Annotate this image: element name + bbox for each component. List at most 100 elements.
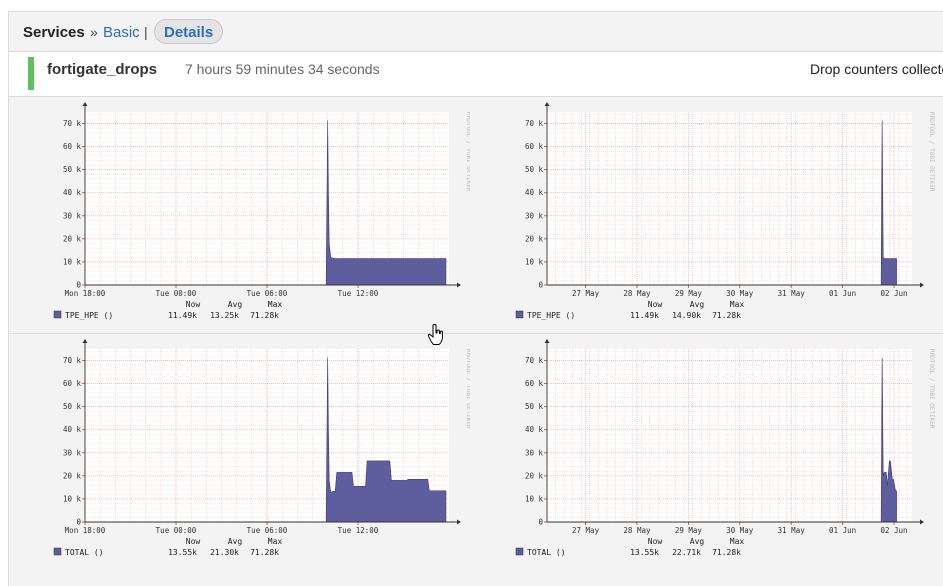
stats-header-now: Now [648,537,663,546]
graph-tpe-hpe-week[interactable]: 0 10 k 20 k 30 k 40 k 50 k 60 k 70 k 27 May 28 Ma… [502,100,942,330]
y-tick-label: 50 k [63,402,82,411]
y-tick-label: 60 k [63,379,82,388]
hand-pointer-icon [427,324,443,345]
y-axis-arrow [82,339,88,343]
y-tick-label: 0 [538,281,543,290]
y-tick-label: 10 k [525,494,544,503]
stat-avg: 21.30k [210,548,239,557]
y-tick-label: 30 k [63,211,82,220]
y-tick-label: 50 k [525,165,544,174]
stats-header-max: Max [730,537,745,546]
x-tick-label: Mon 18:00 [65,526,106,535]
y-tick-label: 30 k [63,448,82,457]
service-name: fortigate_drops [47,61,158,78]
graph-total-day[interactable]: 010 k20 k30 k40 k50 k60 k70 kMon 18:00 Tu… [40,337,470,567]
breadcrumb-divider: | [144,24,148,40]
details-tab-button[interactable]: Details [154,19,224,44]
x-tick-label: Tue 12:00 [338,526,379,535]
stat-now: 13.55k [630,548,659,557]
x-tick-label: 01 Jun [829,289,856,298]
x-tick-label: Tue 06:00 [247,289,288,298]
stat-avg: 22.71k [672,548,701,557]
y-tick-label: 50 k [525,402,544,411]
y-tick-label: 70 k [525,119,544,128]
plot-area [547,349,912,522]
graph-row-divider [9,333,943,334]
stats-header-max: Max [268,300,283,309]
legend-swatch [515,310,524,319]
y-tick-label: 70 k [63,356,82,365]
x-tick-label: 28 May [623,289,651,298]
stats-header-avg: Avg [690,300,705,309]
breadcrumb: Services » Basic | Details [8,11,943,52]
x-axis-arrow [920,519,924,525]
x-tick-label: 29 May [675,289,703,298]
y-tick-label: 60 k [63,142,82,151]
stat-max: 71.28k [250,548,279,557]
stat-now: 11.49k [630,311,659,320]
stats-header-max: Max [268,537,283,546]
rrdtool-watermark: RRDTOOL / TOBI OETIKER [928,112,935,192]
plot-area [547,112,912,285]
x-tick-label: 27 May [572,526,600,535]
y-tick-label: 40 k [63,425,82,434]
stats-header-max: Max [730,300,745,309]
x-tick-label: 31 May [778,526,806,535]
legend-swatch [53,547,62,556]
rrdtool-watermark: RRDTOOL / TOBI OETIKER [928,349,935,429]
x-tick-label: 02 Jun [880,526,907,535]
y-tick-label: 70 k [525,356,544,365]
service-output: Drop counters collected [810,61,943,77]
stats-header-now: Now [186,537,201,546]
stat-now: 13.55k [168,548,197,557]
stat-avg: 13.25k [210,311,239,320]
x-tick-label: 28 May [623,526,651,535]
x-tick-label: 29 May [675,526,703,535]
breadcrumb-separator: » [90,24,98,40]
stats-header-now: Now [186,300,201,309]
legend-swatch [515,547,524,556]
graph-tpe-hpe-day[interactable]: 010 k20 k30 k40 k50 k60 k70 kMon 18:00 Tu… [40,100,470,330]
stat-max: 71.28k [250,311,279,320]
y-tick-label: 40 k [63,188,82,197]
x-tick-label: Tue 12:00 [338,289,379,298]
y-axis-arrow [82,102,88,106]
y-tick-label: 40 k [525,425,544,434]
y-tick-label: 0 [538,518,543,527]
stats-header-avg: Avg [228,537,243,546]
y-tick-label: 70 k [63,119,82,128]
rrdtool-watermark: RRDTOOL / TOBI OETIKER [465,112,470,192]
y-tick-label: 40 k [525,188,544,197]
top-spacer [0,0,943,11]
breadcrumb-services[interactable]: Services [23,24,85,41]
x-tick-label: 30 May [726,289,754,298]
x-tick-label: Tue 00:00 [156,526,197,535]
stat-max: 71.28k [712,548,741,557]
x-axis-arrow [457,282,461,288]
legend-label: TOTAL () [65,548,104,557]
x-tick-label: 30 May [726,526,754,535]
x-tick-label: 01 Jun [829,526,856,535]
y-tick-label: 20 k [63,234,82,243]
y-tick-label: 20 k [63,471,82,480]
stats-header-avg: Avg [228,300,243,309]
x-tick-label: Tue 06:00 [247,526,288,535]
y-tick-label: 50 k [63,165,82,174]
stat-avg: 14.90k [672,311,701,320]
x-tick-label: 31 May [778,289,806,298]
legend-swatch [53,310,62,319]
y-tick-label: 20 k [525,471,544,480]
x-tick-label: Tue 00:00 [156,289,197,298]
y-tick-label: 10 k [63,257,82,266]
stats-header-avg: Avg [690,537,705,546]
y-tick-label: 10 k [63,494,82,503]
breadcrumb-basic-link[interactable]: Basic [103,24,140,41]
x-axis-arrow [457,519,461,525]
x-tick-label: 02 Jun [880,289,907,298]
x-tick-label: Mon 18:00 [65,289,106,298]
graph-total-week[interactable]: 0 10 k 20 k 30 k 40 k 50 k 60 k 70 k 27 May 28 Ma… [502,337,942,567]
legend-label: TPE_HPE () [527,311,575,320]
y-tick-label: 60 k [525,379,544,388]
legend-label: TOTAL () [527,548,566,557]
y-axis-arrow [544,339,550,343]
